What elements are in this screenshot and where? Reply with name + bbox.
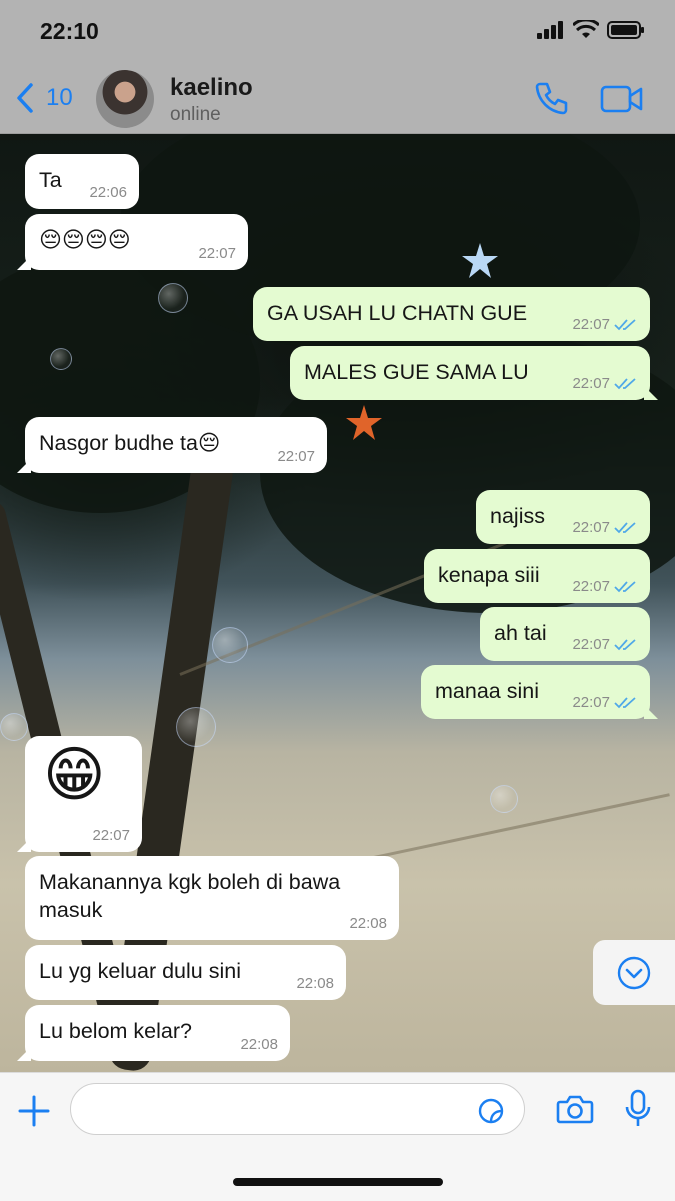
microphone-icon <box>625 1089 651 1126</box>
message-time: 22:07 <box>572 519 610 536</box>
message-text: Nasgor budhe ta😔 <box>39 431 221 455</box>
message-time: 22:07 <box>572 375 610 392</box>
message-meta: 22:08 <box>296 975 334 992</box>
message-bubble-outgoing[interactable]: ah tai 22:07 <box>480 607 650 661</box>
status-bar: 22:10 <box>0 0 675 62</box>
contact-avatar[interactable] <box>96 70 154 128</box>
message-text: 😁 <box>43 741 106 808</box>
message-text: kenapa siii <box>438 563 540 587</box>
unread-count: 10 <box>46 84 73 111</box>
sticker-icon <box>478 1098 504 1124</box>
message-bubble-outgoing[interactable]: GA USAH LU CHATN GUE 22:07 <box>253 287 650 341</box>
phone-icon <box>535 82 568 115</box>
message-bubble-incoming[interactable]: Ta 22:06 <box>25 154 139 209</box>
double-check-icon <box>614 377 636 389</box>
plus-icon <box>18 1095 50 1127</box>
message-time: 22:07 <box>572 316 610 333</box>
double-check-icon <box>614 638 636 650</box>
message-text: Lu belom kelar? <box>39 1019 192 1043</box>
message-meta: 22:06 <box>89 184 127 201</box>
message-text: Makanannya kgk boleh di bawa masuk <box>39 870 341 922</box>
chevron-down-circle-icon <box>617 956 651 989</box>
wallpaper-soap-bubble <box>0 713 28 741</box>
double-check-icon <box>614 521 636 533</box>
message-meta: 22:08 <box>240 1036 278 1053</box>
message-time: 22:07 <box>572 578 610 595</box>
cellular-signal-icon <box>537 21 563 39</box>
message-bubble-outgoing[interactable]: najiss 22:07 <box>476 490 650 544</box>
message-text: ah tai <box>494 621 547 645</box>
microphone-button[interactable] <box>624 1089 652 1134</box>
message-time: 22:07 <box>198 245 236 262</box>
message-meta: 22:07 <box>277 448 315 465</box>
wallpaper-soap-bubble <box>212 627 248 663</box>
camera-button[interactable] <box>556 1093 594 1130</box>
chevron-left-icon <box>17 83 33 113</box>
chat-header: 10 kaelino online <box>0 62 675 134</box>
status-icons <box>537 20 645 40</box>
message-text: Ta <box>39 168 62 192</box>
battery-icon <box>607 21 644 39</box>
message-bubble-outgoing[interactable]: MALES GUE SAMA LU 22:07 <box>290 346 658 400</box>
message-bubble-outgoing[interactable]: kenapa siii 22:07 <box>424 549 650 603</box>
sticker-button[interactable] <box>476 1096 506 1131</box>
video-call-button[interactable] <box>600 84 644 119</box>
message-meta: 22:07 <box>92 827 130 844</box>
video-camera-icon <box>600 85 643 113</box>
message-text: MALES GUE SAMA LU <box>304 360 529 384</box>
wallpaper-soap-bubble <box>158 283 188 313</box>
message-bubble-incoming[interactable]: 😔😔😔😔 22:07 <box>17 214 248 270</box>
camera-icon <box>556 1095 594 1124</box>
message-bubble-outgoing[interactable]: manaa sini 22:07 <box>421 665 658 719</box>
double-check-icon <box>614 580 636 592</box>
message-text: 😔😔😔😔 <box>39 227 131 252</box>
wallpaper-soap-bubble <box>50 348 72 370</box>
message-time: 22:07 <box>572 636 610 653</box>
message-meta: 22:07 <box>198 245 236 262</box>
wallpaper-star-decoration <box>462 243 498 278</box>
voice-call-button[interactable] <box>532 80 570 123</box>
message-time: 22:07 <box>572 694 610 711</box>
message-text: Lu yg keluar dulu sini <box>39 959 241 983</box>
double-check-icon <box>614 696 636 708</box>
message-meta: 22:07 <box>572 375 638 392</box>
message-text: GA USAH LU CHATN GUE <box>267 301 528 325</box>
message-meta: 22:07 <box>572 636 638 653</box>
wallpaper-soap-bubble <box>176 707 216 747</box>
message-meta: 22:07 <box>572 694 638 711</box>
message-time: 22:08 <box>240 1036 278 1053</box>
message-text: najiss <box>490 504 545 528</box>
scroll-to-bottom-button[interactable] <box>593 940 675 1005</box>
wifi-icon <box>573 20 599 38</box>
message-meta: 22:07 <box>572 519 638 536</box>
home-indicator[interactable] <box>233 1178 443 1186</box>
double-check-icon <box>614 318 636 330</box>
back-button[interactable]: 10 <box>14 82 73 114</box>
message-text: manaa sini <box>435 679 539 703</box>
message-bubble-incoming-emoji[interactable]: 😁 22:07 <box>17 736 142 852</box>
message-time: 22:06 <box>89 184 127 201</box>
message-bubble-incoming[interactable]: Makanannya kgk boleh di bawa masuk 22:08 <box>25 856 399 940</box>
message-time: 22:07 <box>277 448 315 465</box>
message-bubble-incoming[interactable]: Lu yg keluar dulu sini 22:08 <box>25 945 346 1000</box>
message-bubble-incoming[interactable]: Lu belom kelar? 22:08 <box>17 1005 290 1061</box>
message-meta: 22:08 <box>349 915 387 932</box>
message-meta: 22:07 <box>572 578 638 595</box>
attach-button[interactable] <box>16 1093 52 1134</box>
message-time: 22:07 <box>92 827 130 844</box>
contact-name[interactable]: kaelino <box>170 74 253 102</box>
wallpaper-star-decoration <box>346 405 382 440</box>
message-bubble-incoming[interactable]: Nasgor budhe ta😔 22:07 <box>17 417 327 473</box>
message-meta: 22:07 <box>572 316 638 333</box>
message-time: 22:08 <box>296 975 334 992</box>
wallpaper-soap-bubble <box>490 785 518 813</box>
message-input[interactable] <box>70 1083 525 1135</box>
status-time: 22:10 <box>40 18 99 44</box>
contact-status: online <box>170 104 221 125</box>
message-time: 22:08 <box>349 915 387 932</box>
